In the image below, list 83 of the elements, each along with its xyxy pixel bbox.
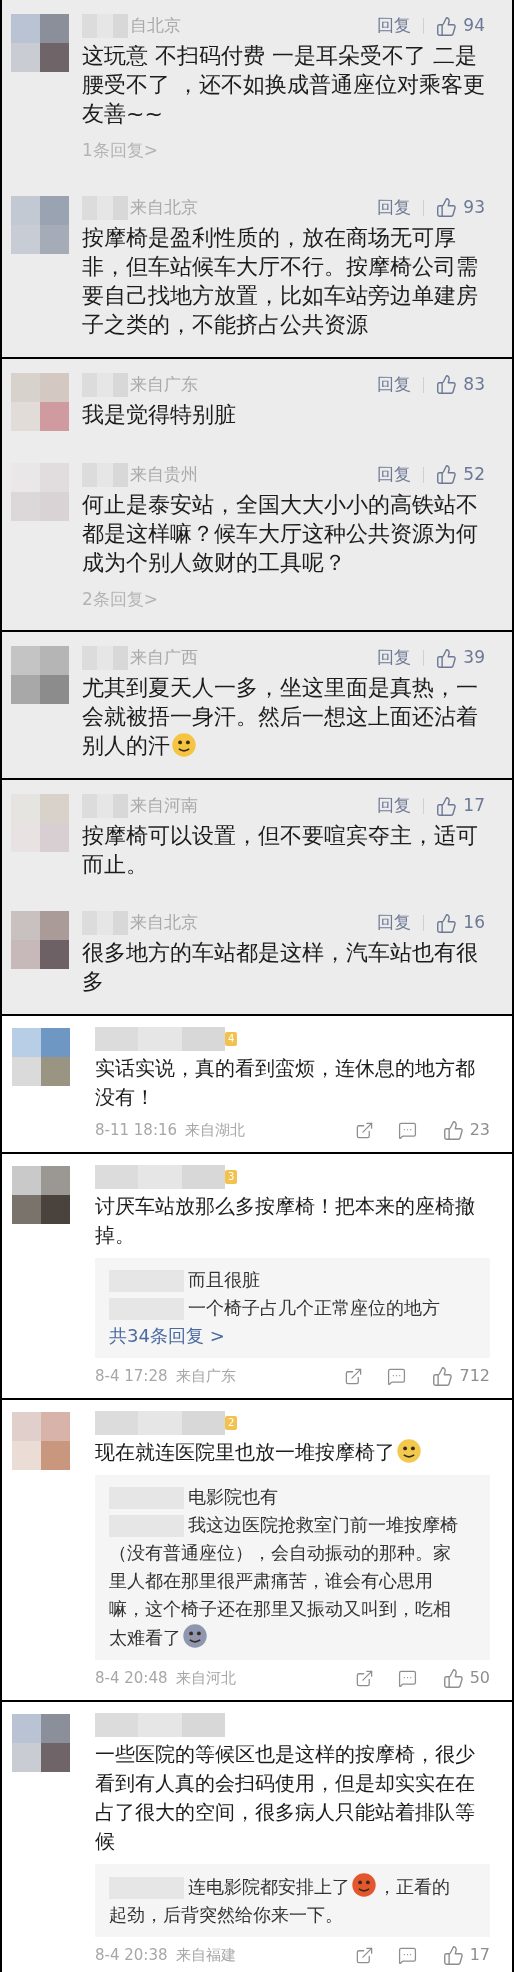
- comment-text: 这玩意 不扫码付费 一是耳朵受不了 二是腰受不了 ，还不如换成普通座位对乘客更友善~~: [82, 42, 485, 128]
- reply-button[interactable]: 回复: [377, 910, 412, 936]
- comment-text: 尤其到夏天人一多，坐这里面是真热，一会就被捂一身汗。然后一想这上面还沾着别人的汗: [82, 674, 479, 760]
- comment-text: 一些医院的等候区也是这样的按摩椅，很少看到有人真的会扫码使用，但是却实实在在占了很大的空间，很多病人只能站着排队等候: [95, 1741, 476, 1855]
- like-icon[interactable]: [436, 464, 458, 485]
- share-icon[interactable]: [354, 1120, 374, 1140]
- comment-text: 讨厌车站放那么多按摩椅！把本来的座椅撤掉。: [95, 1193, 476, 1249]
- like-count: 23: [469, 1119, 490, 1141]
- like-icon[interactable]: [436, 197, 458, 218]
- reply-text: 电影院也有: [109, 1483, 464, 1511]
- blurred-avatar: [11, 911, 69, 969]
- like-count: 39: [463, 646, 485, 670]
- like-count: 93: [463, 195, 485, 219]
- like-icon[interactable]: [436, 15, 458, 37]
- blurred-avatar: [11, 646, 69, 704]
- timestamp: 8-4 17:28: [95, 1365, 168, 1387]
- reply-text: 一个椅子占几个正常座位的地方: [109, 1294, 464, 1322]
- share-icon[interactable]: [344, 1366, 364, 1386]
- timestamp: 8-4 20:38: [95, 1944, 168, 1966]
- like-icon[interactable]: [436, 795, 458, 817]
- comment-icon[interactable]: [397, 1668, 417, 1688]
- comment-text: 很多地方的车站都是这样，汽车站也有很多: [82, 939, 479, 996]
- comment-icon[interactable]: [387, 1366, 407, 1386]
- comment-text: 我是觉得特别脏: [82, 400, 237, 429]
- comment-icon[interactable]: [397, 1120, 417, 1140]
- like-icon[interactable]: [442, 1667, 464, 1689]
- like-count: 712: [459, 1365, 490, 1387]
- location-text: 来自福建: [175, 1944, 236, 1966]
- reply-text: 我这边医院抢救室门前一堆按摩椅（没有普通座位），会自动振动的那种。家里人都在那里很严肃痛苦，谁会有心思用嘛，这个椅子还在那里又振动又叫到，吃相太难看了: [109, 1513, 459, 1651]
- reply-button[interactable]: 回复: [377, 461, 412, 488]
- location-text: 来自湖北: [185, 1119, 246, 1141]
- reply-button[interactable]: 回复: [377, 645, 412, 671]
- blurred-avatar: [11, 372, 69, 431]
- blurred-avatar: [12, 1412, 70, 1470]
- like-icon[interactable]: [436, 912, 458, 934]
- location-text: 来自河南: [130, 794, 198, 818]
- like-icon[interactable]: [436, 647, 458, 669]
- location-text: 来自广东: [130, 372, 198, 396]
- more-replies-link[interactable]: 共34条回复 >: [109, 1322, 464, 1350]
- like-icon[interactable]: [432, 1365, 454, 1387]
- comment-text: 按摩椅是盈利性质的，放在商场无可厚非，但车站候车大厅不行。按摩椅公司需要自己找地方放置，比如车站旁边单建房子之类的，不能挤占公共资源: [82, 223, 479, 339]
- blurred-avatar: [12, 1714, 70, 1772]
- reply-text: 连电影院都安排上了 ，正看的起劲，后背突然给你来一下。: [109, 1872, 464, 1929]
- location-text: 来自北京: [130, 911, 198, 935]
- share-icon[interactable]: [354, 1945, 374, 1965]
- like-count: 17: [469, 1944, 490, 1966]
- like-count: 94: [463, 14, 485, 38]
- location-text: 来自贵州: [130, 462, 198, 486]
- like-count: 17: [463, 794, 485, 818]
- location-text: 来自广西: [130, 646, 198, 670]
- reply-button[interactable]: 回复: [377, 371, 412, 398]
- like-icon[interactable]: [442, 1944, 464, 1966]
- like-icon[interactable]: [442, 1119, 464, 1141]
- comment-icon[interactable]: [397, 1945, 417, 1965]
- timestamp: 8-4 20:48: [95, 1667, 168, 1689]
- reply-button[interactable]: 回复: [377, 793, 412, 819]
- comment-text: 何止是泰安站，全国大大小小的高铁站不都是这样嘛？候车大厅这种公共资源为何成为个别人敛财的工具呢？: [82, 490, 479, 577]
- level-badge: 2: [225, 1416, 238, 1430]
- blurred-avatar: [12, 1166, 70, 1224]
- blurred-avatar: [12, 1028, 70, 1086]
- blurred-avatar: [11, 14, 69, 72]
- reply-text: 而且很脏: [109, 1266, 464, 1294]
- like-count: 83: [463, 372, 485, 396]
- blurred-avatar: [11, 794, 69, 852]
- comment-text: 按摩椅可以设置，但不要喧宾夺主，适可而止。: [82, 822, 479, 879]
- like-icon[interactable]: [436, 374, 458, 395]
- share-icon[interactable]: [354, 1668, 374, 1688]
- like-count: 52: [463, 462, 485, 486]
- level-badge: 4: [225, 1032, 238, 1046]
- like-count: 50: [469, 1667, 490, 1689]
- comment-text: 现在就连医院里也放一堆按摩椅了: [95, 1438, 490, 1467]
- location-text: 来自河北: [175, 1667, 236, 1689]
- level-badge: 3: [225, 1170, 238, 1184]
- reply-button[interactable]: 回复: [377, 13, 412, 39]
- reply-button[interactable]: 回复: [377, 194, 412, 221]
- like-count: 16: [463, 911, 485, 935]
- timestamp: 8-11 18:16: [95, 1119, 178, 1141]
- blurred-avatar: [11, 462, 69, 521]
- location-text: 来自广东: [175, 1365, 236, 1387]
- comment-text: 实话实说，真的看到蛮烦，连休息的地方都没有！: [95, 1055, 476, 1111]
- blurred-avatar: [11, 195, 69, 254]
- location-text: 自北京: [130, 14, 181, 38]
- location-text: 来自北京: [130, 195, 198, 219]
